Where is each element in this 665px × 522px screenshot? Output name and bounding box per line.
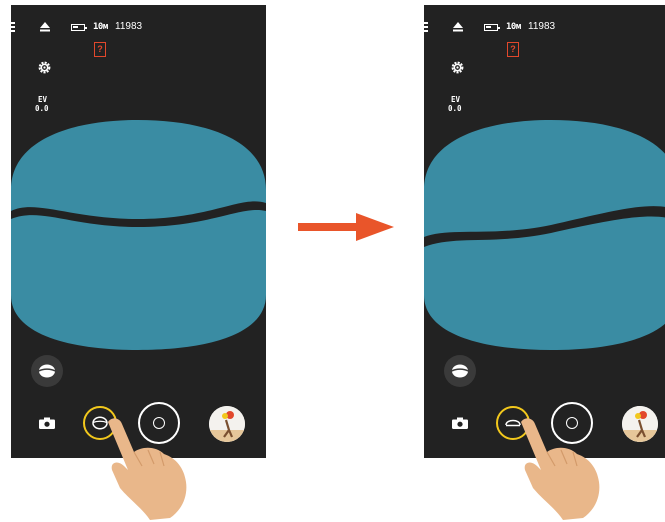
sd-card-warning-icon: ? (507, 42, 519, 57)
menu-icon[interactable] (424, 22, 428, 32)
menu-icon[interactable] (11, 22, 15, 32)
ev-value: 0.0 (35, 104, 49, 113)
panorama-preview (424, 120, 665, 350)
gallery-photo-icon (622, 406, 658, 442)
lens-mode-icon (452, 364, 468, 378)
tapping-hand-illustration (521, 418, 600, 520)
ev-value: 0.0 (448, 104, 462, 113)
ev-label: EV (38, 95, 48, 104)
camera-screen-before: 10м 11983 ? EV 0.0 (11, 5, 266, 458)
status-bar: 10м 11983 (11, 5, 266, 39)
settings-icon[interactable] (450, 60, 465, 75)
eject-icon[interactable] (40, 22, 50, 32)
resolution-label: 10м (506, 22, 521, 32)
lens-mode-toggle[interactable] (444, 355, 476, 387)
camera-icon[interactable] (452, 417, 468, 429)
lens-mode-icon (39, 364, 55, 378)
camera-screen-after: 10м 11983 ? EV 0.0 (424, 5, 665, 458)
camera-icon[interactable] (39, 417, 55, 429)
status-bar: 10м 11983 (424, 5, 665, 39)
exposure-value[interactable]: EV 0.0 (35, 95, 49, 113)
shots-remaining: 11983 (115, 21, 143, 32)
exposure-value[interactable]: EV 0.0 (448, 95, 462, 113)
battery-icon (71, 24, 87, 31)
gallery-thumbnail[interactable] (622, 406, 658, 442)
panorama-preview (11, 120, 266, 350)
lens-mode-toggle[interactable] (31, 355, 63, 387)
right-arrow-icon (298, 213, 394, 241)
gallery-thumbnail[interactable] (209, 406, 245, 442)
settings-icon[interactable] (37, 60, 52, 75)
resolution-label: 10м (93, 22, 108, 32)
sd-card-warning-icon: ? (94, 42, 106, 57)
eject-icon[interactable] (453, 22, 463, 32)
tapping-hand-illustration (108, 418, 187, 520)
shots-remaining: 11983 (528, 21, 556, 32)
gallery-photo-icon (209, 406, 245, 442)
ev-label: EV (451, 95, 461, 104)
battery-icon (484, 24, 500, 31)
